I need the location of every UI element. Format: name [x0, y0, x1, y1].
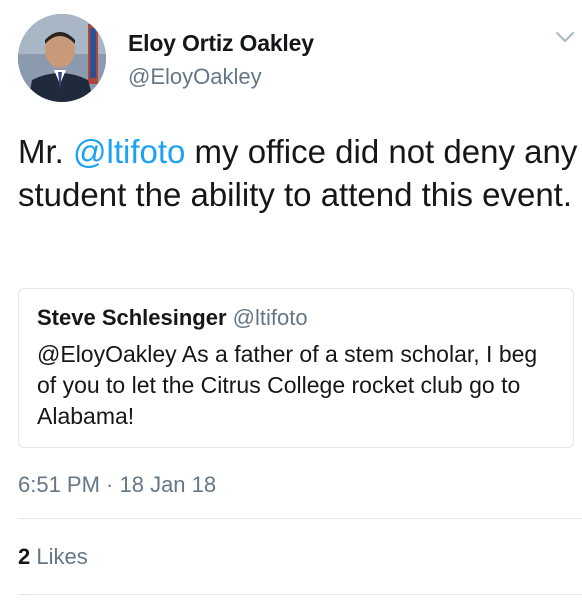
author-avatar[interactable] [18, 14, 106, 102]
quoted-author-name[interactable]: Steve Schlesinger [37, 305, 227, 330]
likes-label: Likes [36, 544, 88, 569]
quoted-tweet-header: Steve Schlesinger @ltifoto [37, 305, 308, 331]
quoted-tweet[interactable]: Steve Schlesinger @ltifoto @EloyOakley A… [18, 288, 574, 448]
tweet-text: Mr. @ltifoto my office did not deny any … [18, 130, 578, 216]
quoted-author-handle[interactable]: @ltifoto [233, 305, 308, 330]
likes-count: 2 [18, 544, 31, 569]
divider [18, 594, 582, 595]
author-name[interactable]: Eloy Ortiz Oakley [128, 30, 314, 57]
tweet-timestamp[interactable]: 6:51 PM · 18 Jan 18 [18, 472, 216, 498]
chevron-down-icon [556, 32, 574, 42]
author-handle[interactable]: @EloyOakley [128, 64, 262, 90]
divider [18, 518, 582, 519]
likes-stat[interactable]: 2 Likes [18, 544, 88, 570]
quoted-tweet-text: @EloyOakley As a father of a stem schola… [37, 341, 538, 429]
tweet-text-prefix: Mr. [18, 133, 73, 170]
tweet-card: Eloy Ortiz Oakley @EloyOakley Mr. @ltifo… [0, 0, 582, 600]
avatar-photo [18, 14, 106, 102]
tweet-menu-button[interactable] [554, 30, 576, 44]
mention-link[interactable]: @ltifoto [73, 133, 185, 170]
